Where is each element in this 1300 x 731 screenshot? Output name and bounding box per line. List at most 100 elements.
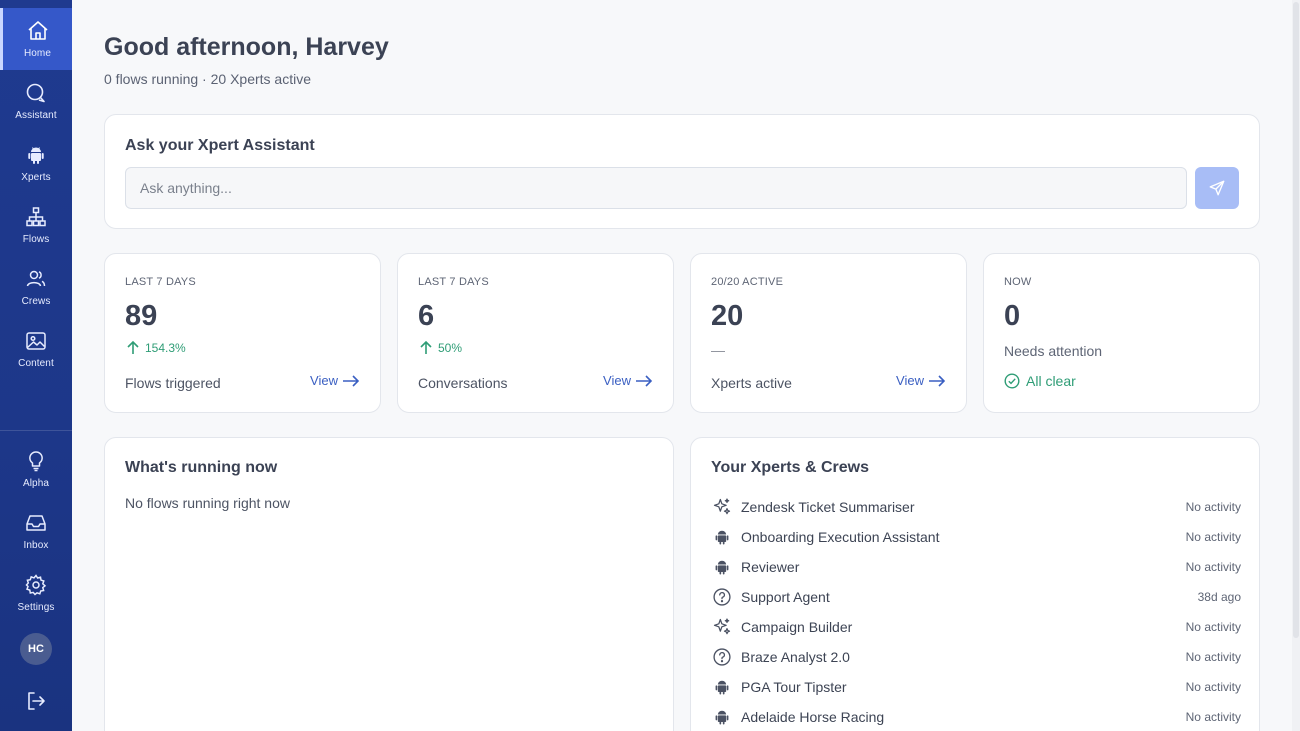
sidebar-item-label: Crews <box>21 296 51 307</box>
question-circle-icon <box>711 646 733 668</box>
list-item[interactable]: Adelaide Horse Racing No activity <box>711 702 1241 731</box>
xpert-name: Adelaide Horse Racing <box>741 709 885 725</box>
android-icon <box>711 706 733 728</box>
arrow-right-icon <box>636 374 653 387</box>
stat-caption: NOW <box>1004 276 1032 288</box>
stat-card-flows: LAST 7 DAYS 89 154.3% Flows triggered Vi… <box>104 253 381 413</box>
stat-value: 20 <box>711 300 744 332</box>
xpert-status: No activity <box>1185 650 1241 664</box>
sparkle-icon <box>711 616 733 638</box>
list-item[interactable]: Onboarding Execution Assistant No activi… <box>711 522 1241 552</box>
stat-caption: LAST 7 DAYS <box>125 276 196 288</box>
stat-delta-empty: — <box>711 342 725 358</box>
stat-caption: 20/20 ACTIVE <box>711 276 784 288</box>
sidebar-item-alpha[interactable]: Alpha <box>0 438 72 500</box>
xpert-name: Braze Analyst 2.0 <box>741 649 850 665</box>
sidebar-item-home[interactable]: Home <box>0 8 72 70</box>
view-link-label: View <box>896 373 924 388</box>
sidebar-item-label: Assistant <box>15 110 57 121</box>
android-icon <box>28 147 44 164</box>
sidebar-item-assistant[interactable]: Assistant <box>0 70 72 132</box>
stat-delta: 50% <box>418 340 462 356</box>
assistant-input[interactable] <box>125 167 1187 209</box>
chat-icon <box>26 83 45 103</box>
xpert-name: Zendesk Ticket Summariser <box>741 499 915 515</box>
logout-icon[interactable] <box>24 689 48 713</box>
scrollbar-thumb[interactable] <box>1293 2 1299 638</box>
view-conversations-link[interactable]: View <box>603 373 653 388</box>
stat-label: Xperts active <box>711 375 792 391</box>
gear-icon <box>25 574 47 596</box>
xpert-name: PGA Tour Tipster <box>741 679 847 695</box>
avatar[interactable]: HC <box>20 633 52 665</box>
view-link-label: View <box>603 373 631 388</box>
xpert-status: No activity <box>1185 500 1241 514</box>
stat-delta: 154.3% <box>125 340 186 356</box>
stat-delta-value: 154.3% <box>145 341 186 355</box>
xpert-status: No activity <box>1185 560 1241 574</box>
assistant-card: Ask your Xpert Assistant <box>104 114 1260 229</box>
assistant-title: Ask your Xpert Assistant <box>125 137 315 154</box>
list-item[interactable]: Reviewer No activity <box>711 552 1241 582</box>
running-title: What's running now <box>125 459 278 476</box>
image-icon <box>26 332 46 350</box>
home-icon <box>27 21 48 40</box>
arrow-right-icon <box>343 374 360 387</box>
flow-icon <box>26 207 46 227</box>
stat-card-conversations: LAST 7 DAYS 6 50% Conversations View <box>397 253 674 413</box>
list-item[interactable]: Support Agent 38d ago <box>711 582 1241 612</box>
xpert-status: No activity <box>1185 620 1241 634</box>
list-item[interactable]: Zendesk Ticket Summariser No activity <box>711 492 1241 522</box>
lightbulb-icon <box>29 451 43 472</box>
sidebar-item-label: Settings <box>17 602 55 613</box>
xperts-title: Your Xperts & Crews <box>711 459 869 476</box>
xpert-name: Onboarding Execution Assistant <box>741 529 940 545</box>
view-xperts-link[interactable]: View <box>896 373 946 388</box>
stat-value: 0 <box>1004 300 1021 332</box>
android-icon <box>711 526 733 548</box>
sidebar-item-content[interactable]: Content <box>0 318 72 380</box>
xpert-status: No activity <box>1185 680 1241 694</box>
list-item[interactable]: Campaign Builder No activity <box>711 612 1241 642</box>
running-panel: What's running now No flows running righ… <box>104 437 674 731</box>
page-subtitle: 0 flows running · 20 Xperts active <box>104 71 311 87</box>
sidebar-item-inbox[interactable]: Inbox <box>0 500 72 562</box>
list-item[interactable]: PGA Tour Tipster No activity <box>711 672 1241 702</box>
sidebar-item-crews[interactable]: Crews <box>0 256 72 318</box>
all-clear-status: All clear <box>1004 373 1076 389</box>
running-empty-message: No flows running right now <box>125 495 290 511</box>
sidebar-item-label: Inbox <box>23 540 49 551</box>
sidebar: Home Assistant Xperts Flows Crews Conten… <box>0 0 72 731</box>
send-button[interactable] <box>1195 167 1239 209</box>
arrow-up-icon <box>420 340 432 354</box>
sparkle-icon <box>711 496 733 518</box>
stat-card-xperts: 20/20 ACTIVE 20 — Xperts active View <box>690 253 967 413</box>
android-icon <box>711 556 733 578</box>
question-circle-icon <box>711 586 733 608</box>
sidebar-item-label: Home <box>23 48 52 59</box>
scrollbar[interactable] <box>1292 0 1300 731</box>
users-icon <box>26 270 46 287</box>
sidebar-item-flows[interactable]: Flows <box>0 194 72 256</box>
sidebar-divider <box>0 430 72 431</box>
xpert-name: Campaign Builder <box>741 619 853 635</box>
stat-value: 6 <box>418 300 435 332</box>
page-title: Good afternoon, Harvey <box>104 33 389 61</box>
view-link-label: View <box>310 373 338 388</box>
list-item[interactable]: Braze Analyst 2.0 No activity <box>711 642 1241 672</box>
sidebar-item-settings[interactable]: Settings <box>0 562 72 624</box>
android-icon <box>711 676 733 698</box>
stat-label: Flows triggered <box>125 375 221 391</box>
sidebar-item-xperts[interactable]: Xperts <box>0 132 72 194</box>
xperts-panel: Your Xperts & Crews Zendesk Ticket Summa… <box>690 437 1260 731</box>
stat-label: Conversations <box>418 375 508 391</box>
stat-card-attention: NOW 0 Needs attention All clear <box>983 253 1260 413</box>
stat-caption: LAST 7 DAYS <box>418 276 489 288</box>
arrow-up-icon <box>127 340 139 354</box>
xperts-list: Zendesk Ticket Summariser No activity On… <box>711 492 1241 731</box>
inbox-icon <box>26 515 46 531</box>
sidebar-item-label: Flows <box>22 234 50 245</box>
view-flows-link[interactable]: View <box>310 373 360 388</box>
stat-value: 89 <box>125 300 158 332</box>
send-icon <box>1209 180 1225 196</box>
